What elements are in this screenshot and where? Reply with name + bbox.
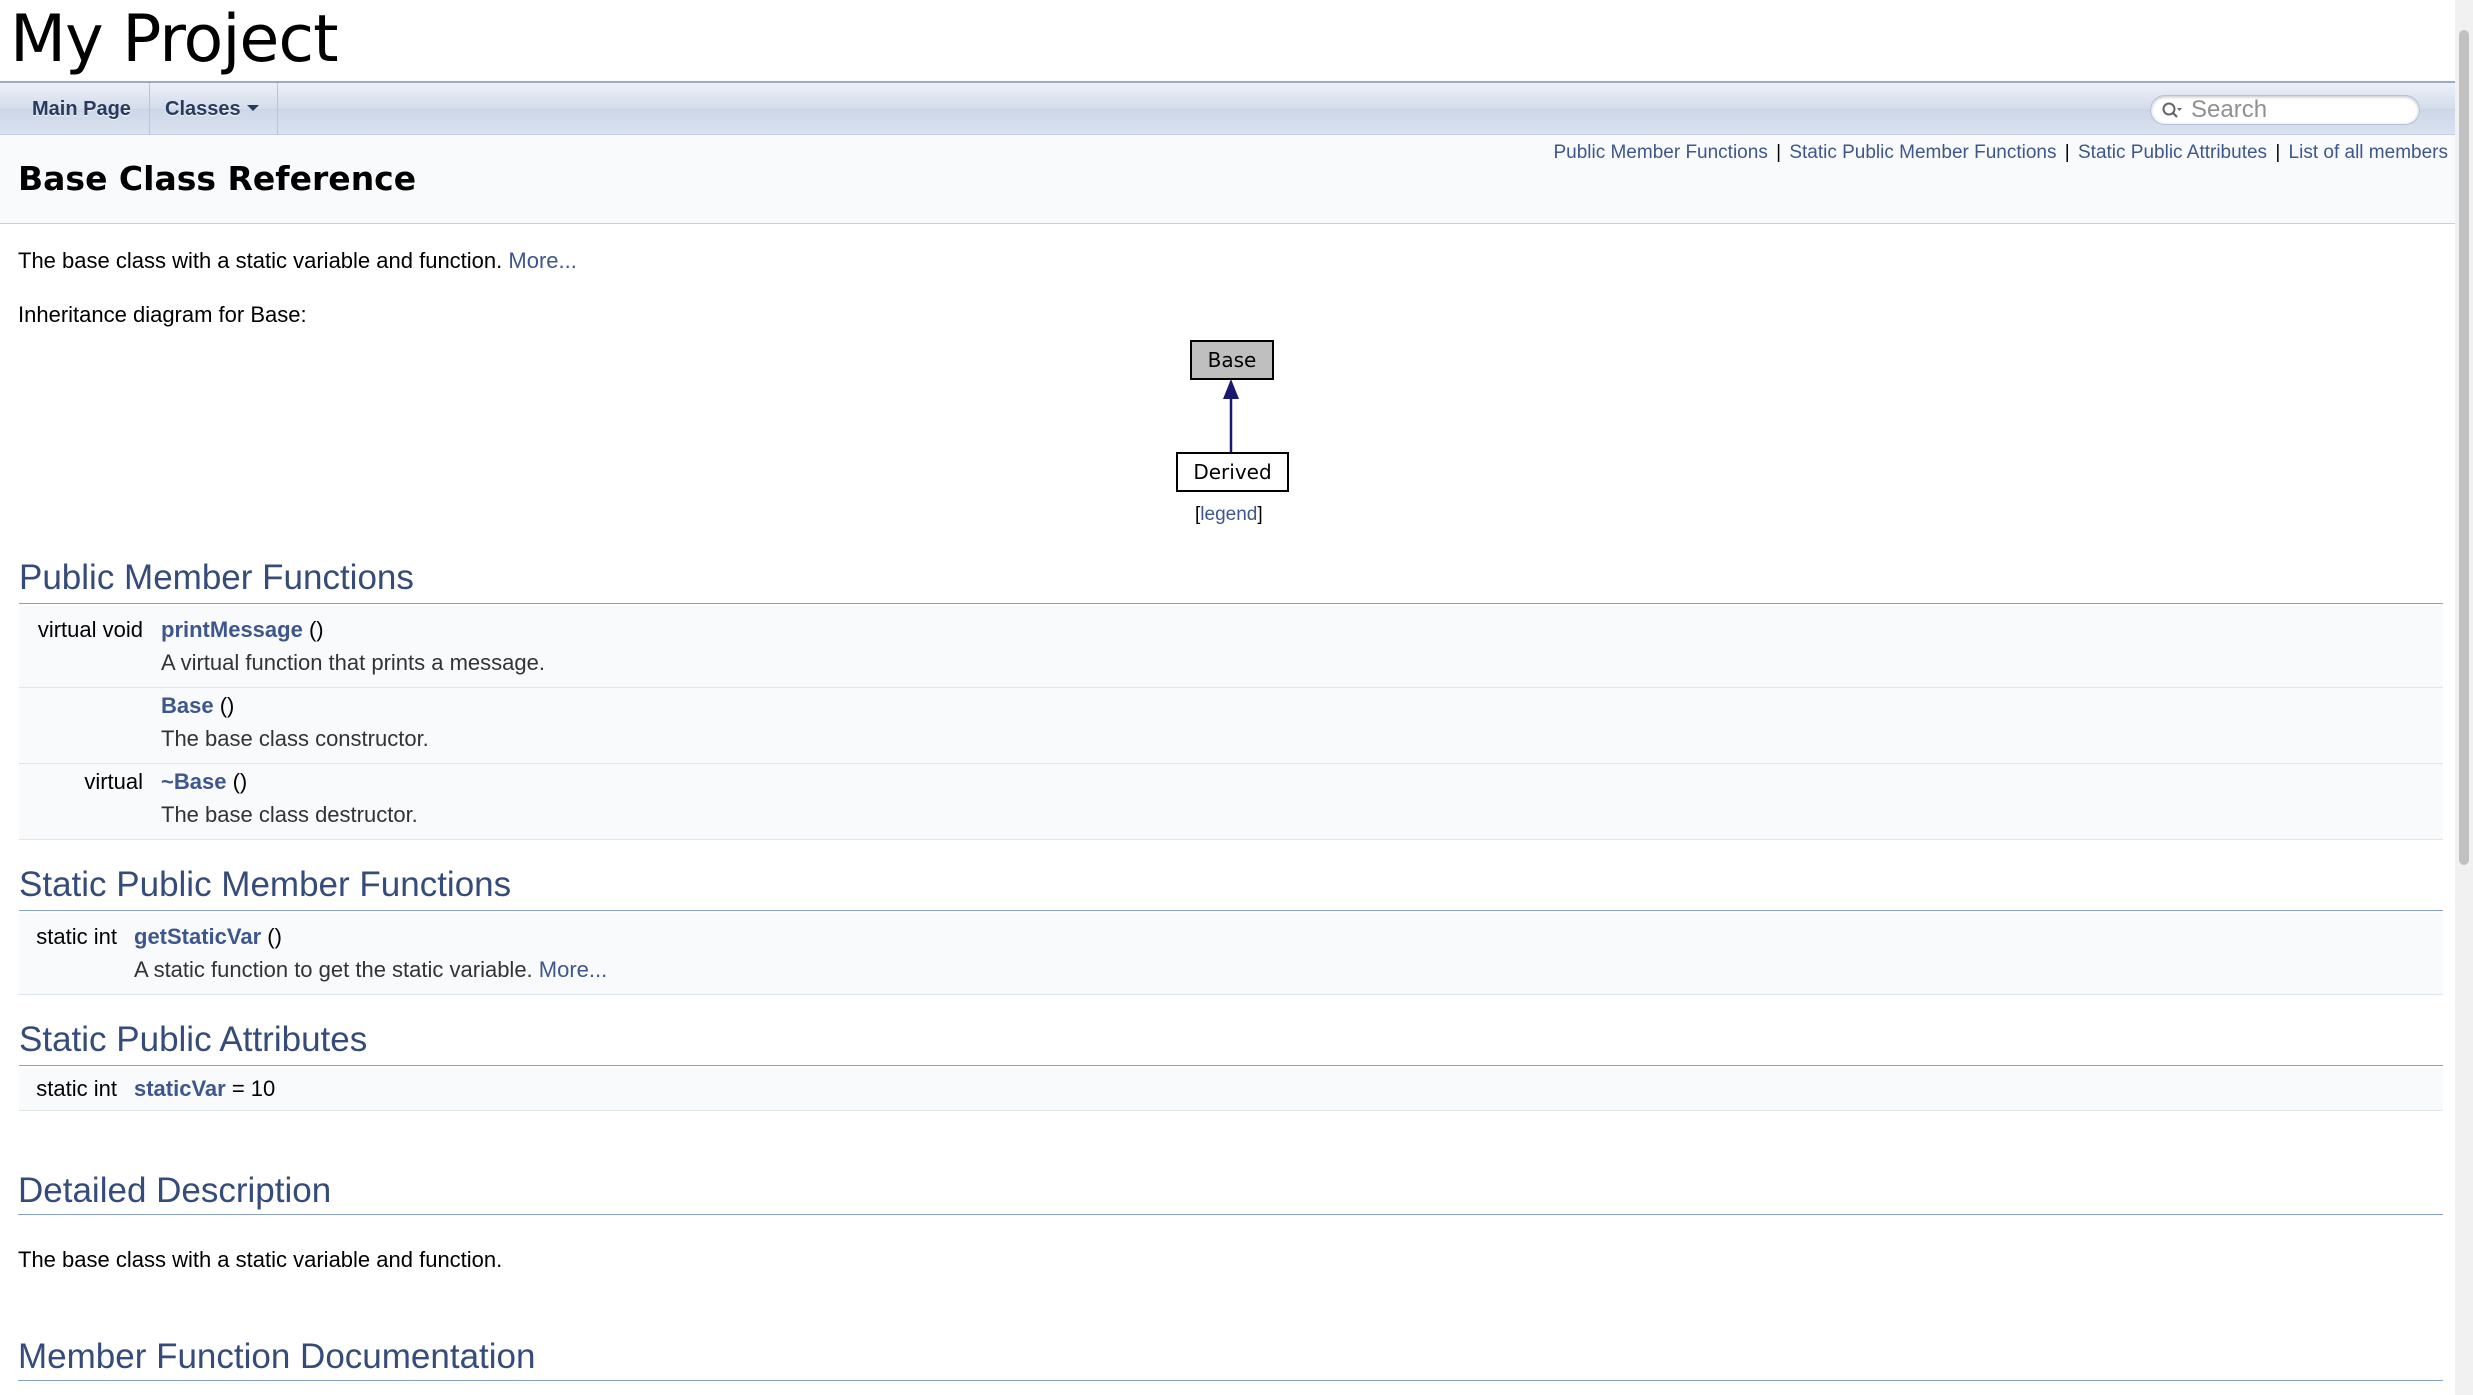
member-desc-text: A static function to get the static vari… bbox=[134, 957, 533, 982]
summary-link-static-public-member-functions[interactable]: Static Public Member Functions bbox=[1789, 142, 2056, 163]
heading-member-function-documentation: Member Function Documentation bbox=[18, 1334, 2443, 1381]
title-area: My Project bbox=[0, 0, 2473, 80]
detailed-description-text: The base class with a static variable an… bbox=[18, 1247, 503, 1272]
summary-separator: | bbox=[2064, 142, 2070, 163]
member-row: static int staticVar = 10 bbox=[19, 1068, 2443, 1111]
search-input[interactable] bbox=[2189, 98, 2409, 122]
member-type: static int bbox=[36, 924, 117, 949]
scrollbar-thumb[interactable] bbox=[2459, 30, 2469, 865]
project-name: My Project bbox=[10, 2, 339, 77]
heading-static-public-member-functions: Static Public Member Functions bbox=[19, 862, 2443, 911]
heading-detailed-description: Detailed Description bbox=[18, 1168, 2443, 1215]
page-header: Public Member Functions | Static Public … bbox=[0, 135, 2455, 224]
summary-links: Public Member Functions | Static Public … bbox=[1553, 140, 2448, 166]
caret-down-icon bbox=[246, 104, 259, 111]
brief-text: The base class with a static variable an… bbox=[18, 248, 503, 273]
member-desc: The base class constructor. bbox=[161, 726, 429, 751]
more-link[interactable]: More... bbox=[539, 957, 607, 982]
member-link-base-destructor[interactable]: ~Base bbox=[161, 769, 226, 794]
member-row: Base () The base class constructor. bbox=[19, 688, 2443, 764]
member-args: () bbox=[226, 769, 248, 794]
member-signature: Base () bbox=[161, 691, 234, 721]
member-desc: The base class destructor. bbox=[161, 802, 418, 827]
member-row: static int getStaticVar () A static func… bbox=[19, 913, 2443, 995]
brief-description: The base class with a static variable an… bbox=[18, 246, 577, 276]
nav-classes-label: Classes bbox=[165, 98, 241, 120]
member-type: virtual bbox=[84, 769, 143, 794]
summary-separator: | bbox=[2275, 142, 2281, 163]
legend-bracket-close: ] bbox=[1257, 504, 1263, 525]
diagram-legend: [legend] bbox=[1195, 502, 1263, 528]
member-args: () bbox=[302, 617, 324, 642]
member-desc: A static function to get the static vari… bbox=[134, 955, 607, 985]
member-value: = 10 bbox=[225, 1076, 276, 1101]
more-link[interactable]: More... bbox=[508, 248, 576, 273]
member-link-getstaticvar[interactable]: getStaticVar bbox=[134, 924, 261, 949]
search-box[interactable] bbox=[2150, 95, 2420, 125]
diagram-node-derived[interactable]: Derived bbox=[1176, 452, 1289, 492]
member-type: static int bbox=[36, 1076, 117, 1101]
member-signature: staticVar = 10 bbox=[134, 1074, 275, 1104]
main-navbar: Main Page Classes bbox=[0, 81, 2455, 135]
inheritance-label: Inheritance diagram for Base: bbox=[18, 302, 307, 327]
member-signature: ~Base () bbox=[161, 767, 247, 797]
page-title: Base Class Reference bbox=[18, 159, 417, 198]
summary-link-public-member-functions[interactable]: Public Member Functions bbox=[1553, 142, 1767, 163]
member-args: () bbox=[261, 924, 282, 949]
member-signature: getStaticVar () bbox=[134, 922, 282, 952]
member-desc: A virtual function that prints a message… bbox=[161, 650, 545, 675]
heading-static-public-attributes: Static Public Attributes bbox=[19, 1017, 2443, 1066]
vertical-scrollbar[interactable] bbox=[2455, 0, 2473, 1395]
member-link-staticvar[interactable]: staticVar bbox=[134, 1076, 226, 1101]
summary-separator: | bbox=[1776, 142, 1782, 163]
member-signature: printMessage () bbox=[161, 615, 324, 645]
diagram-node-base[interactable]: Base bbox=[1190, 340, 1274, 380]
member-link-printmessage[interactable]: printMessage bbox=[161, 617, 303, 642]
member-args: () bbox=[213, 693, 235, 718]
search-icon[interactable] bbox=[2161, 101, 2183, 121]
member-row: virtual void printMessage () A virtual f… bbox=[19, 606, 2443, 688]
member-type: virtual void bbox=[37, 617, 143, 642]
member-link-base-constructor[interactable]: Base bbox=[161, 693, 214, 718]
heading-public-member-functions: Public Member Functions bbox=[19, 555, 2443, 604]
nav-main-page[interactable]: Main Page bbox=[14, 83, 150, 135]
summary-link-list-of-all-members[interactable]: List of all members bbox=[2289, 142, 2448, 163]
nav-main-page-label: Main Page bbox=[32, 98, 131, 120]
legend-link[interactable]: legend bbox=[1200, 504, 1257, 525]
member-row: virtual ~Base () The base class destruct… bbox=[19, 764, 2443, 840]
nav-classes-menu[interactable]: Classes bbox=[147, 83, 278, 135]
summary-link-static-public-attributes[interactable]: Static Public Attributes bbox=[2078, 142, 2267, 163]
